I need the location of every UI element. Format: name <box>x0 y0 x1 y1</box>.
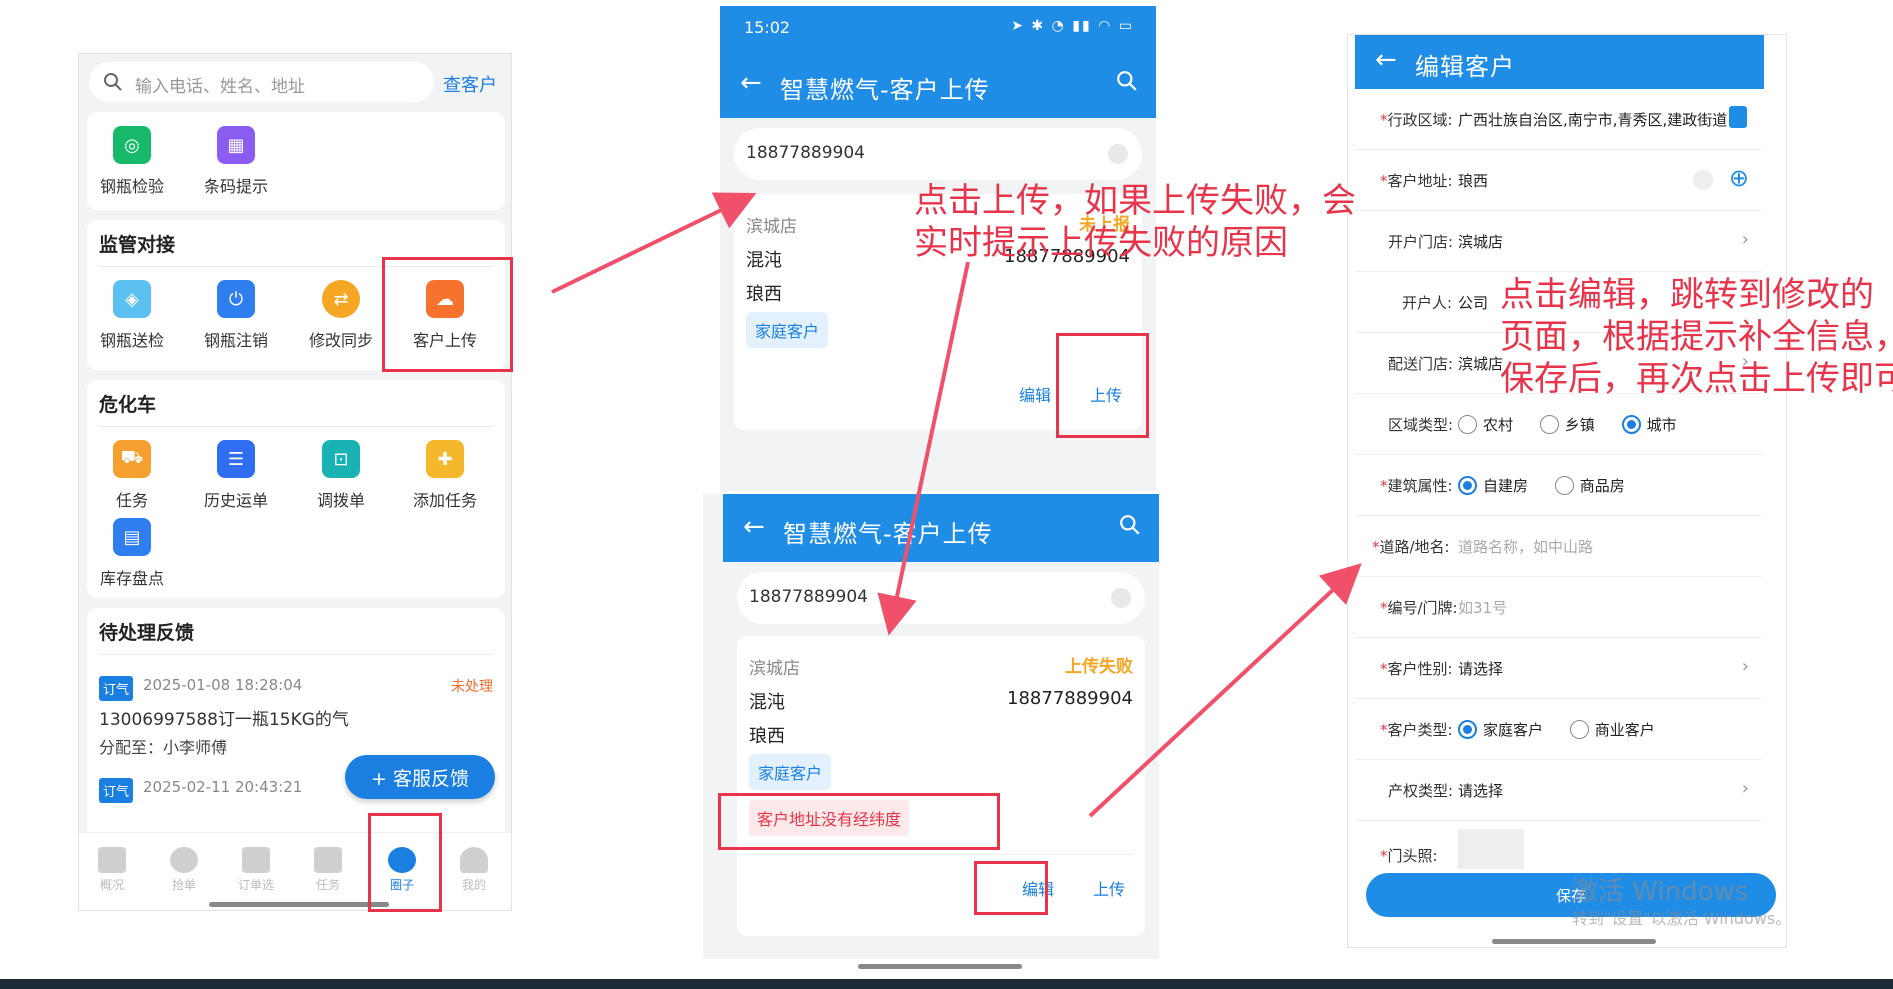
taskbar <box>0 979 1893 989</box>
arrow-to-failed-page <box>877 261 970 636</box>
arrow-to-upload-page <box>551 192 757 294</box>
annotation-edit-hint: 点击编辑，跳转到修改的 页面，根据提示补全信息， 保存后，再次点击上传即可 <box>1500 275 1893 399</box>
annotation-upload-hint: 点击上传，如果上传失败，会 实时提示上传失败的原因 <box>914 181 1356 263</box>
arrow-to-edit-page <box>1088 563 1362 818</box>
flow-arrows <box>551 192 1362 818</box>
